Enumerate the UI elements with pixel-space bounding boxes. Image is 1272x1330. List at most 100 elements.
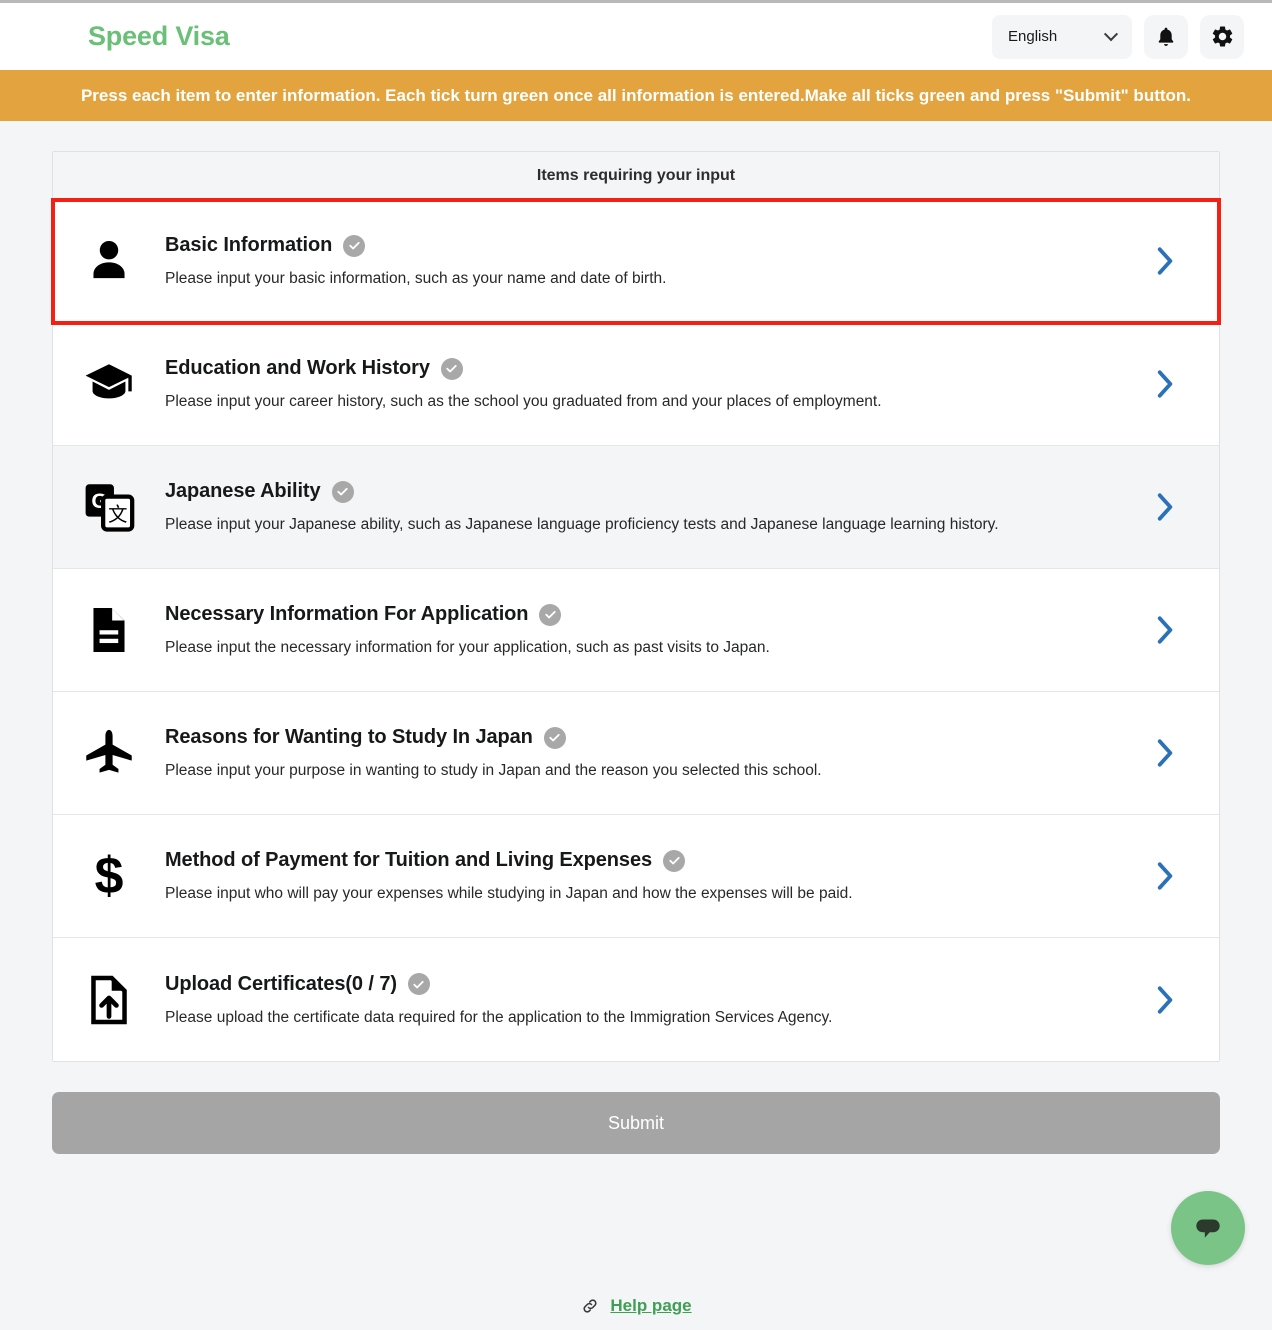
chat-widget-button[interactable] [1171, 1191, 1245, 1265]
list-item[interactable]: Necessary Information For Application Ple… [53, 569, 1219, 692]
list-item[interactable]: Education and Work History Please input y… [53, 323, 1219, 446]
chevron-right-icon [1157, 493, 1173, 521]
chat-bubble-icon [1196, 1219, 1220, 1238]
svg-text:$: $ [95, 849, 124, 903]
list-item-body: Education and Work History Please input y… [165, 357, 1143, 411]
items-list: Basic Information Please input your basic… [51, 198, 1221, 1061]
list-item-description: Please input the necessary information f… [165, 639, 770, 656]
link-icon [583, 1299, 597, 1313]
list-item-title: Basic Information [165, 234, 333, 256]
list-item[interactable]: Reasons for Wanting to Study In Japan Ple… [53, 692, 1219, 815]
list-item[interactable]: $ Method of Payment for Tuition and Livin… [53, 815, 1219, 938]
bell-icon [1158, 27, 1174, 46]
app-header: Speed Visa English [0, 3, 1272, 70]
graduation-cap-icon [85, 364, 132, 399]
chevron-down-icon [1103, 26, 1119, 41]
list-item-icon [53, 973, 165, 1027]
check-icon [545, 610, 556, 619]
list-item-title-line: Japanese Ability [165, 480, 1123, 503]
list-item-description: Please input your basic information, suc… [165, 270, 667, 287]
list-item-description: Please input your purpose in wanting to … [165, 762, 822, 779]
list-item-description: Please input your Japanese ability, such… [165, 516, 999, 533]
list-item-chevron[interactable] [1143, 490, 1185, 524]
instruction-banner: Press each item to enter information. Ea… [0, 70, 1272, 121]
person-icon [93, 240, 125, 279]
list-item-title: Reasons for Wanting to Study In Japan [165, 726, 533, 748]
list-item-icon [53, 603, 165, 657]
translate-icon: G文 [85, 484, 135, 532]
list-item-icon: $ [53, 849, 165, 903]
list-item-title-line: Upload Certificates(0 / 7) [165, 973, 1123, 996]
settings-button[interactable] [1200, 14, 1244, 59]
list-item-body: Japanese Ability Please input your Japane… [165, 480, 1143, 534]
notifications-button[interactable] [1144, 14, 1188, 59]
document-icon [93, 607, 125, 653]
submit-button[interactable]: Submit [52, 1092, 1220, 1154]
list-item-chevron[interactable] [1143, 983, 1185, 1017]
list-item-description: Please input who will pay your expenses … [165, 885, 853, 902]
chevron-right-icon [1157, 739, 1173, 767]
check-icon [337, 487, 348, 496]
list-item-body: Necessary Information For Application Ple… [165, 603, 1143, 657]
status-badge [543, 726, 566, 749]
list-item-icon [53, 234, 165, 288]
footer: Help page [0, 1296, 1272, 1316]
list-item-title-line: Education and Work History [165, 357, 1123, 380]
list-item-chevron[interactable] [1143, 367, 1185, 401]
list-item-chevron[interactable] [1143, 859, 1185, 893]
status-badge [331, 480, 354, 503]
svg-text:文: 文 [108, 504, 127, 526]
list-item-title-line: Necessary Information For Application [165, 603, 1123, 626]
language-selector-value: English [1008, 28, 1058, 45]
dollar-icon: $ [95, 849, 124, 903]
list-item-title-line: Basic Information [165, 234, 1123, 257]
list-item[interactable]: G 文 Japanese Ability Please input your Japa… [53, 446, 1219, 569]
chevron-right-icon [1157, 370, 1173, 398]
app-window: Speed Visa English Press each item to en… [0, 0, 1272, 1330]
chevron-right-icon [1157, 985, 1173, 1014]
chevron-right-icon [1157, 862, 1173, 890]
list-item-body: Basic Information Please input your basic… [165, 234, 1143, 288]
list-item[interactable]: Basic Information Please input your basic… [51, 198, 1221, 325]
list-item-icon: G文 [53, 480, 165, 534]
list-item-body: Method of Payment for Tuition and Living… [165, 849, 1143, 903]
items-card: Items requiring your input Basic Informa… [51, 151, 1221, 1062]
list-item-title: Education and Work History [165, 357, 430, 379]
check-icon [668, 856, 680, 865]
list-item-description: Please input your career history, such a… [165, 393, 882, 410]
check-icon [549, 733, 560, 742]
main-content: Items requiring your input Basic Informa… [0, 121, 1272, 1154]
help-page-link[interactable]: Help page [610, 1296, 691, 1316]
status-badge [343, 234, 366, 257]
list-item-title: Japanese Ability [165, 480, 321, 502]
list-item-chevron[interactable] [1143, 244, 1185, 278]
list-item-chevron[interactable] [1143, 736, 1185, 770]
list-item-body: Upload Certificates(0 / 7) Please upload … [165, 973, 1143, 1027]
status-badge [440, 357, 463, 380]
check-icon [446, 364, 458, 373]
list-item-icon [53, 357, 165, 411]
list-item-icon [53, 726, 165, 780]
brand-logo[interactable]: Speed Visa [88, 21, 230, 52]
list-item-chevron[interactable] [1143, 613, 1185, 647]
status-badge [539, 603, 562, 626]
chevron-right-icon [1157, 616, 1173, 644]
check-icon [413, 980, 425, 988]
header-controls: English [992, 14, 1244, 59]
chevron-right-icon [1157, 247, 1173, 275]
list-item-body: Reasons for Wanting to Study In Japan Ple… [165, 726, 1143, 780]
list-item-title-line: Method of Payment for Tuition and Living… [165, 849, 1123, 872]
list-item[interactable]: Upload Certificates(0 / 7) Please upload … [53, 938, 1219, 1061]
gear-icon [1212, 26, 1232, 47]
items-card-title: Items requiring your input [53, 152, 1219, 200]
list-item-title-line: Reasons for Wanting to Study In Japan [165, 726, 1123, 749]
list-item-title: Necessary Information For Application [165, 603, 529, 625]
airplane-icon [86, 729, 132, 773]
status-badge [407, 973, 430, 995]
list-item-title: Upload Certificates(0 / 7) [165, 972, 397, 995]
status-badge [663, 849, 685, 872]
language-selector[interactable]: English [992, 14, 1132, 59]
check-icon [349, 241, 360, 250]
file-upload-icon [91, 975, 127, 1024]
list-item-title: Method of Payment for Tuition and Living… [165, 849, 652, 871]
